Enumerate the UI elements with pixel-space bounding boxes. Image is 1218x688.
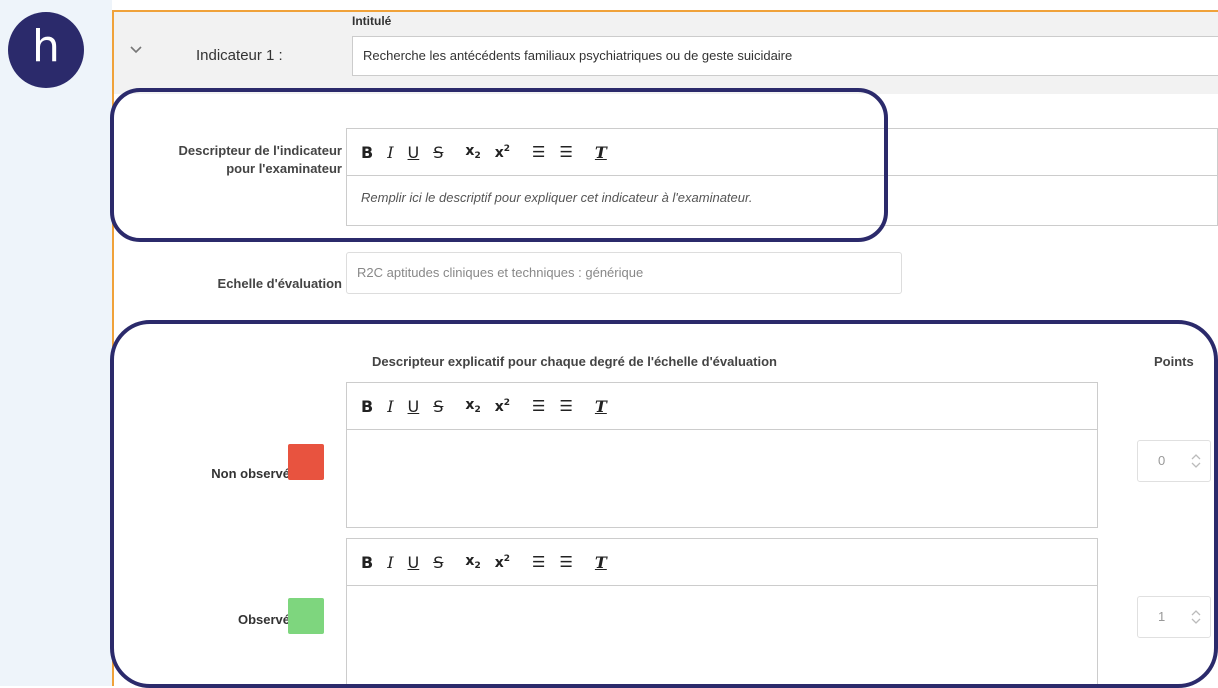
editor-toolbar: B I U S x2 x2 ☰ ☰ T [347,539,1097,586]
editor-toolbar: B I U S x2 x2 ☰ ☰ T [347,383,1097,430]
subscript-icon[interactable]: x2 [465,143,480,161]
degree-editor-observe[interactable]: B I U S x2 x2 ☰ ☰ T [346,538,1098,686]
descriptor-placeholder: Remplir ici le descriptif pour expliquer… [361,190,753,205]
points-spinner-0[interactable]: 0 [1137,440,1211,482]
bullet-list-icon[interactable]: ☰ [559,143,572,161]
descriptor-editor[interactable]: B I U S x2 x2 ☰ ☰ T Remplir ici le descr… [346,128,1218,226]
grid-heading: Descripteur explicatif pour chaque degré… [372,354,777,369]
points-value: 1 [1158,609,1166,624]
italic-icon[interactable]: I [387,397,393,416]
ordered-list-icon[interactable]: ☰ [532,143,545,161]
strike-icon[interactable]: S [433,143,443,162]
italic-icon[interactable]: I [387,143,393,162]
descriptor-label-line2: pour l'examinateur [226,161,342,176]
scale-label: Echelle d'évaluation [217,276,342,291]
indicator-title-input[interactable]: Recherche les antécédents familiaux psyc… [352,36,1218,76]
underline-icon[interactable]: U [408,143,420,162]
scale-select[interactable]: R2C aptitudes cliniques et techniques : … [346,252,902,294]
clear-format-icon[interactable]: T [595,143,607,162]
descriptor-label-line1: Descripteur de l'indicateur [178,143,342,158]
strike-icon[interactable]: S [433,397,443,416]
strike-icon[interactable]: S [433,553,443,572]
descriptor-label: Descripteur de l'indicateur pour l'exami… [130,142,342,178]
clear-format-icon[interactable]: T [595,553,607,572]
intitule-label: Intitulé [352,14,392,28]
ordered-list-icon[interactable]: ☰ [532,553,545,571]
bold-icon[interactable]: B [361,553,373,572]
points-value: 0 [1158,453,1166,468]
degree-editor-non-observe[interactable]: B I U S x2 x2 ☰ ☰ T [346,382,1098,528]
underline-icon[interactable]: U [408,553,420,572]
superscript-icon[interactable]: x2 [495,554,510,571]
color-swatch-red [288,444,324,480]
clear-format-icon[interactable]: T [595,397,607,416]
bullet-list-icon[interactable]: ☰ [559,553,572,571]
subscript-icon[interactable]: x2 [465,553,480,571]
points-heading: Points [1154,354,1194,369]
superscript-icon[interactable]: x2 [495,398,510,415]
row-label-non-observe: Non observé [211,466,290,481]
row-label-observe: Observé [237,612,290,627]
indicator-header: Indicateur 1 : Intitulé Recherche les an… [114,12,1218,94]
underline-icon[interactable]: U [408,397,420,416]
color-swatch-green [288,598,324,634]
subscript-icon[interactable]: x2 [465,397,480,415]
bold-icon[interactable]: B [361,143,373,162]
bullet-list-icon[interactable]: ☰ [559,397,572,415]
avatar: h [8,12,84,88]
indicator-panel: Indicateur 1 : Intitulé Recherche les an… [112,10,1218,686]
bold-icon[interactable]: B [361,397,373,416]
spinner-arrows-icon[interactable] [1190,609,1202,625]
editor-toolbar: B I U S x2 x2 ☰ ☰ T [347,129,1217,176]
italic-icon[interactable]: I [387,553,393,572]
ordered-list-icon[interactable]: ☰ [532,397,545,415]
superscript-icon[interactable]: x2 [495,144,510,161]
chevron-down-icon[interactable] [128,42,144,58]
indicator-label: Indicateur 1 : [196,47,283,64]
points-spinner-1[interactable]: 1 [1137,596,1211,638]
left-strip [0,0,112,686]
spinner-arrows-icon[interactable] [1190,453,1202,469]
